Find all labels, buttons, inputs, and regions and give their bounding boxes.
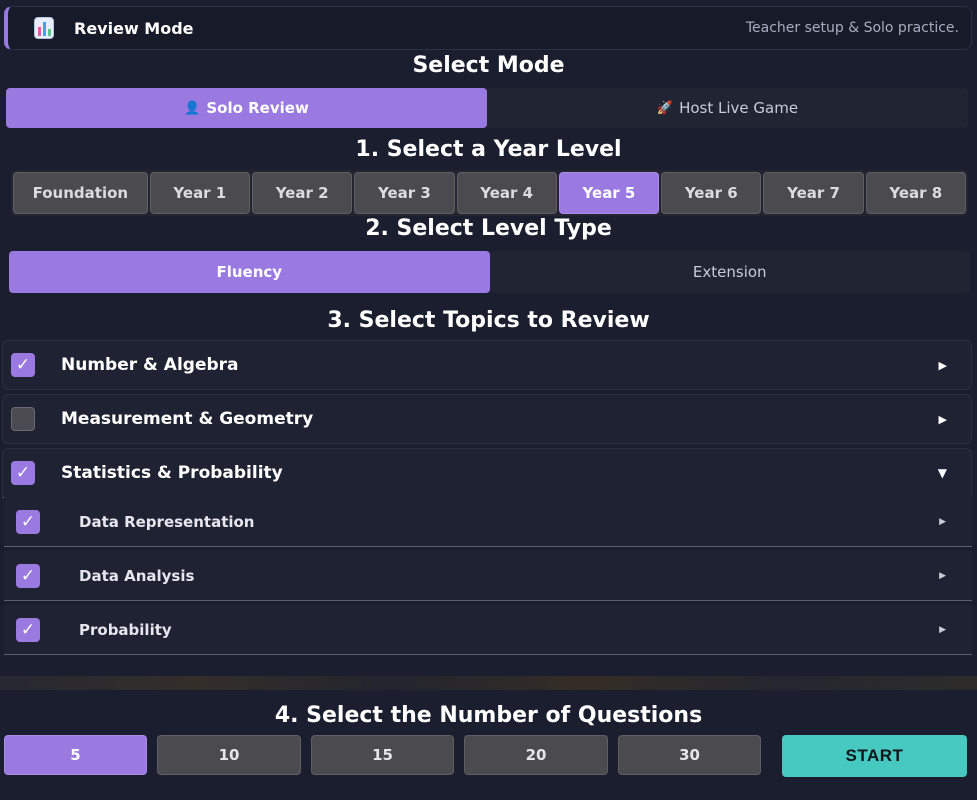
host-live-game-button[interactable]: 🚀 Host Live Game — [487, 88, 968, 128]
header-subtitle: Teacher setup & Solo practice. — [745, 20, 959, 36]
year-level-selector: Foundation Year 1 Year 2 Year 3 Year 4 Y… — [11, 170, 968, 216]
start-button[interactable]: START — [782, 735, 967, 777]
level-type-selector: Fluency Extension — [9, 251, 970, 293]
topic-label: Statistics & Probability — [61, 463, 283, 483]
background-strip — [0, 676, 977, 690]
statistics-probability-checkbox[interactable]: ✓ — [11, 461, 35, 485]
data-analysis-checkbox[interactable]: ✓ — [16, 563, 40, 588]
app-header: Review Mode Teacher setup & Solo practic… — [4, 6, 972, 50]
year-foundation-button[interactable]: Foundation — [13, 172, 148, 214]
collapse-arrow-icon[interactable]: ▼ — [938, 466, 947, 480]
extension-button[interactable]: Extension — [490, 251, 971, 293]
topic-label: Number & Algebra — [61, 355, 239, 375]
subtopic-probability[interactable]: ✓ Probability ▶ — [4, 605, 972, 655]
probability-checkbox[interactable]: ✓ — [16, 617, 40, 642]
rocket-icon: 🚀 — [656, 100, 674, 116]
questions-20-button[interactable]: 20 — [464, 735, 608, 775]
topics-title: 3. Select Topics to Review — [327, 308, 650, 333]
year-4-button[interactable]: Year 4 — [456, 172, 557, 214]
chart-app-icon — [34, 17, 54, 39]
year-1-button[interactable]: Year 1 — [149, 172, 250, 214]
questions-15-button[interactable]: 15 — [311, 735, 454, 775]
expand-arrow-icon[interactable]: ▶ — [939, 359, 947, 372]
year-5-button[interactable]: Year 5 — [558, 172, 660, 214]
year-6-button[interactable]: Year 6 — [661, 172, 762, 214]
subtopic-data-representation[interactable]: ✓ Data Representation ▶ — [4, 497, 972, 547]
header-title: Review Mode — [74, 19, 194, 38]
level-type-title: 2. Select Level Type — [365, 216, 612, 241]
fluency-button[interactable]: Fluency — [9, 251, 490, 293]
topic-measurement-geometry[interactable]: Measurement & Geometry ▶ — [2, 394, 972, 444]
expand-arrow-icon[interactable]: ▶ — [939, 517, 946, 527]
questions-30-button[interactable]: 30 — [618, 735, 761, 775]
topic-number-algebra[interactable]: ✓ Number & Algebra ▶ — [2, 340, 972, 390]
subtopic-label: Data Representation — [79, 512, 255, 531]
topic-label: Measurement & Geometry — [61, 409, 314, 429]
topic-statistics-probability[interactable]: ✓ Statistics & Probability ▼ — [2, 448, 972, 498]
data-representation-checkbox[interactable]: ✓ — [16, 509, 40, 534]
questions-5-button[interactable]: 5 — [4, 735, 147, 775]
subtopic-label: Data Analysis — [79, 566, 195, 585]
expand-arrow-icon[interactable]: ▶ — [939, 413, 947, 426]
year-2-button[interactable]: Year 2 — [251, 172, 353, 214]
mode-selector: 👤 Solo Review 🚀 Host Live Game — [6, 88, 968, 128]
expand-arrow-icon[interactable]: ▶ — [939, 571, 946, 581]
select-mode-title: Select Mode — [412, 53, 565, 78]
solo-review-label: Solo Review — [206, 99, 309, 117]
measurement-geometry-checkbox[interactable] — [11, 407, 35, 431]
host-live-game-label: Host Live Game — [679, 99, 799, 117]
person-icon: 👤 — [184, 100, 201, 116]
number-algebra-checkbox[interactable]: ✓ — [11, 353, 35, 377]
solo-review-button[interactable]: 👤 Solo Review — [6, 88, 487, 128]
year-8-button[interactable]: Year 8 — [865, 172, 966, 214]
questions-10-button[interactable]: 10 — [157, 735, 301, 775]
year-level-title: 1. Select a Year Level — [355, 137, 622, 162]
subtopic-label: Probability — [79, 620, 172, 639]
expand-arrow-icon[interactable]: ▶ — [939, 625, 946, 635]
year-3-button[interactable]: Year 3 — [354, 172, 455, 214]
questions-title: 4. Select the Number of Questions — [274, 703, 703, 728]
subtopic-data-analysis[interactable]: ✓ Data Analysis ▶ — [4, 551, 972, 601]
year-7-button[interactable]: Year 7 — [763, 172, 864, 214]
